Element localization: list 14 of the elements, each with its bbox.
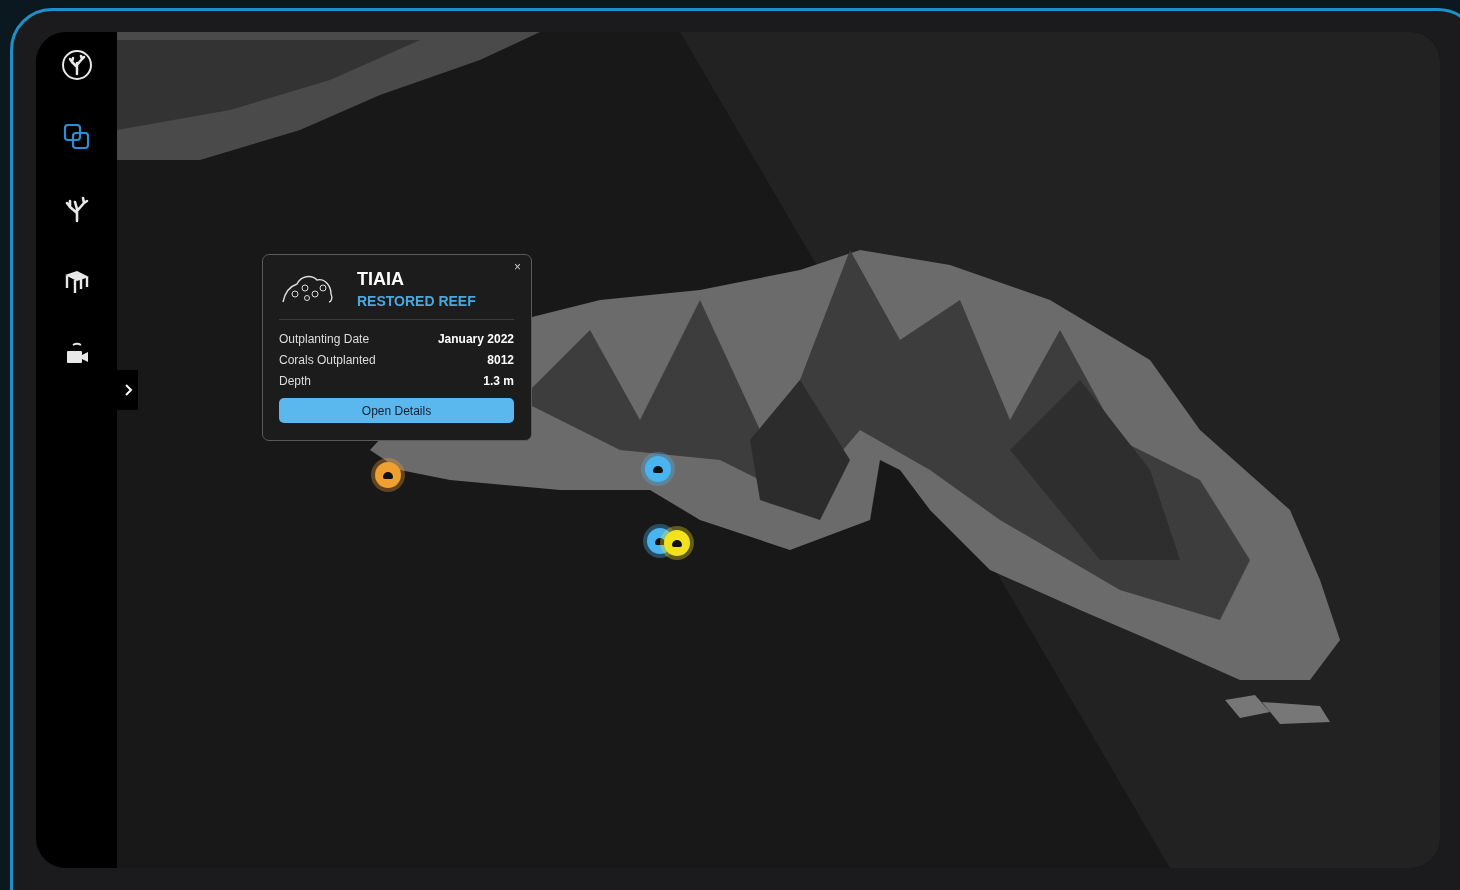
- detail-label: Depth: [279, 374, 312, 388]
- detail-value: 1.3 m: [483, 374, 514, 388]
- expand-button[interactable]: [117, 370, 138, 410]
- coral-logo-icon: [60, 49, 93, 81]
- detail-label: Corals Outplanted: [279, 353, 376, 367]
- detail-value: 8012: [487, 353, 514, 367]
- chevron-icon: [122, 383, 133, 397]
- close-button[interactable]: ×: [514, 260, 521, 274]
- sidebar-item[interactable]: [59, 48, 94, 82]
- site-type: RESTORED REEF: [357, 293, 476, 309]
- detail-value: January 2022: [437, 332, 514, 346]
- open-details-button[interactable]: Open Details: [279, 398, 514, 423]
- detail-label: Outplanting Date: [279, 332, 370, 346]
- site-title: TIAIA: [357, 269, 405, 290]
